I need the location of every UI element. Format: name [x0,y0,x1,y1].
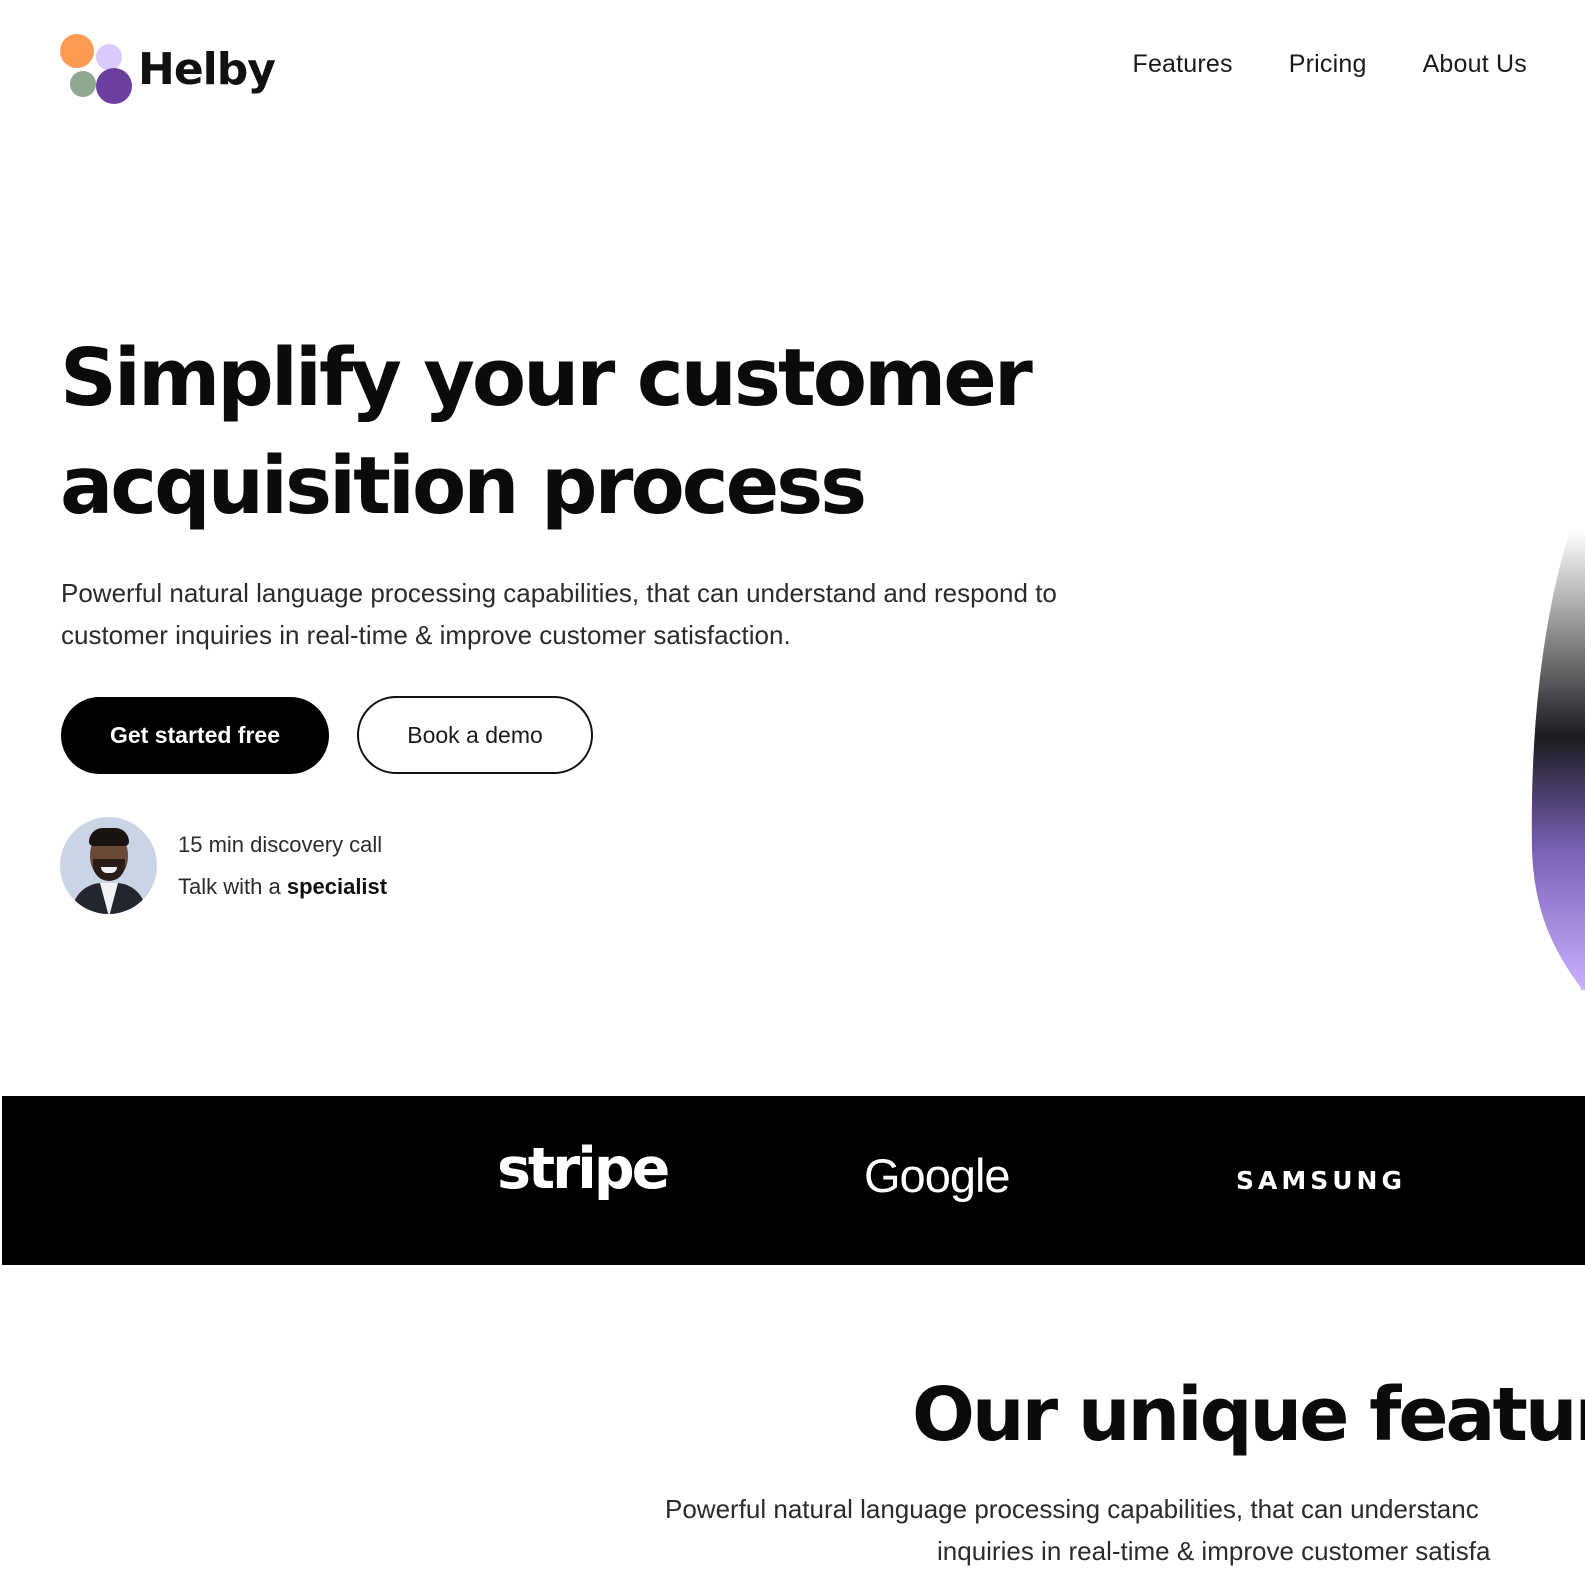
stripe-logo: stripe [497,1136,670,1202]
features-subtitle: Powerful natural language processing cap… [665,1488,1585,1572]
landing-page: Helby Features Pricing About Us Simplify… [0,0,1585,1581]
avatar [60,817,157,914]
brand-logo[interactable]: Helby [60,34,276,106]
talk-prefix: Talk with a [178,873,287,899]
specialist-callout[interactable]: 15 min discovery call Talk with a specia… [60,817,387,914]
hero-subtitle: Powerful natural language processing cap… [61,572,1241,656]
features-title: Our unique featur [912,1372,1585,1458]
google-logo: Google [864,1149,1011,1202]
logo-icon [60,34,132,106]
site-header: Helby Features Pricing About Us [0,0,1585,140]
logo-dot-orange [60,34,94,68]
hero-gradient-shape [1527,529,1585,990]
specialist-word: specialist [286,873,388,899]
hero-subtitle-line1: Powerful natural language processing cap… [61,578,1057,608]
talk-with-specialist: Talk with a specialist [178,866,387,908]
hero-title: Simplify your customer acquisition proce… [60,324,1160,540]
features-subtitle-line2: inquiries in real-time & improve custome… [937,1536,1491,1566]
features-subtitle-line1: Powerful natural language processing cap… [665,1494,1479,1524]
nav-features[interactable]: Features [1132,50,1232,79]
samsung-logo: SAMSUNG [1236,1166,1406,1195]
discovery-call-label: 15 min discovery call [178,831,383,857]
nav-pricing[interactable]: Pricing [1289,50,1367,79]
get-started-button[interactable]: Get started free [61,697,329,774]
main-nav: Features Pricing About Us [1132,50,1527,79]
hero-title-line2: acquisition process [60,440,867,532]
hero-title-line1: Simplify your customer [60,332,1033,424]
logo-text: Helby [138,43,276,95]
brand-logo-strip: stripe Google SAMSUNG [2,1096,1585,1265]
logo-dot-lilac [96,44,122,70]
hero-subtitle-line2: customer inquiries in real-time & improv… [61,620,791,650]
logo-dot-sage [70,71,96,97]
nav-about-us[interactable]: About Us [1423,50,1527,79]
logo-dot-violet [96,68,132,104]
specialist-text: 15 min discovery call Talk with a specia… [178,824,387,908]
book-demo-button[interactable]: Book a demo [357,696,593,774]
avatar-hair [89,828,129,846]
